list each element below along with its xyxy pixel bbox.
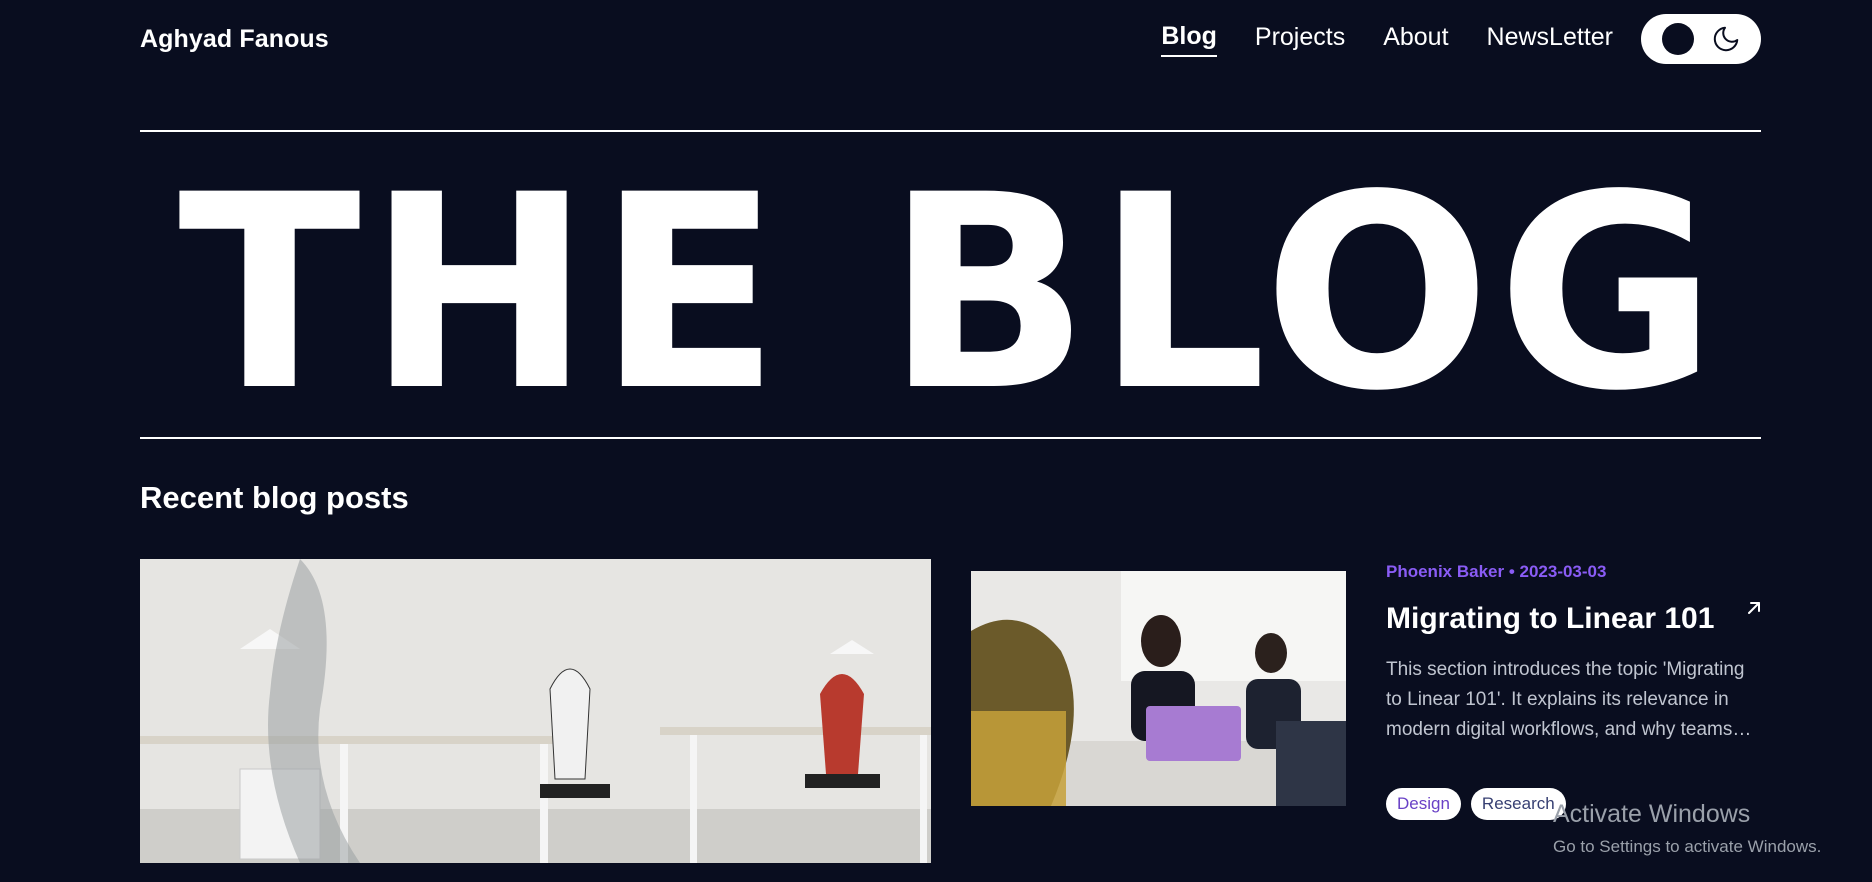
post-meta: Phoenix Baker • 2023-03-03: [1386, 562, 1607, 581]
post-title[interactable]: Migrating to Linear 101: [1386, 602, 1714, 636]
post-tags: Design Research: [1386, 788, 1576, 820]
site-brand[interactable]: Aghyad Fanous: [140, 25, 329, 54]
featured-post-image[interactable]: [140, 559, 931, 863]
main-nav: Blog Projects About NewsLetter: [1123, 14, 1761, 64]
nav-about[interactable]: About: [1383, 23, 1448, 56]
dark-mode-dot-icon: [1661, 23, 1694, 55]
nav-projects[interactable]: Projects: [1255, 23, 1345, 56]
section-title: Recent blog posts: [140, 480, 409, 515]
post-image[interactable]: [971, 571, 1346, 806]
site-header: Aghyad Fanous Blog Projects About NewsLe…: [140, 0, 1761, 78]
arrow-up-right-icon[interactable]: [1744, 598, 1764, 618]
watermark-title: Activate Windows: [1553, 800, 1751, 828]
watermark-subtitle: Go to Settings to activate Windows.: [1553, 837, 1822, 856]
nav-newsletter[interactable]: NewsLetter: [1487, 23, 1613, 56]
moon-icon: [1711, 24, 1741, 54]
nav-blog[interactable]: Blog: [1161, 22, 1217, 57]
hero-title: THE BLOG: [178, 170, 1723, 418]
windows-activation-watermark: Activate Windows Go to Settings to activ…: [1553, 800, 1821, 857]
post-excerpt: This section introduces the topic 'Migra…: [1386, 659, 1745, 740]
theme-toggle[interactable]: [1641, 14, 1761, 64]
hero-top-divider: [140, 130, 1761, 132]
hero-bottom-divider: [140, 437, 1761, 439]
tag-design[interactable]: Design: [1386, 788, 1461, 820]
page: Aghyad Fanous Blog Projects About NewsLe…: [0, 0, 1872, 882]
tag-research[interactable]: Research: [1470, 788, 1566, 820]
